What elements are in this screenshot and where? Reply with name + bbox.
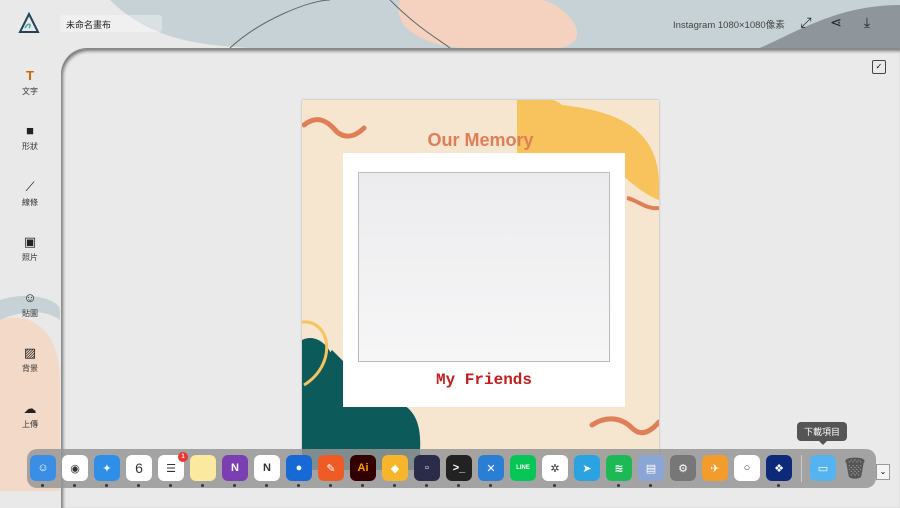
running-indicator bbox=[393, 484, 396, 487]
sidebar-item-upload[interactable]: ☁ 上傳 bbox=[0, 388, 60, 444]
dock-app-telegram[interactable]: ➤ bbox=[574, 455, 600, 481]
dock-app-terminal[interactable]: >_ bbox=[446, 455, 472, 481]
dock-app-dropbox[interactable]: ❖ bbox=[766, 455, 792, 481]
app-logo[interactable] bbox=[18, 12, 40, 34]
upload-icon: ☁ bbox=[23, 400, 37, 416]
dock-app-onenote[interactable]: N bbox=[222, 455, 248, 481]
dock-tooltip: 下載項目 bbox=[797, 422, 848, 445]
photo-frame[interactable]: My Friends bbox=[343, 153, 625, 407]
dock-app-line[interactable]: LINE bbox=[510, 455, 536, 481]
running-indicator bbox=[201, 484, 204, 487]
running-indicator bbox=[777, 484, 780, 487]
running-indicator bbox=[73, 484, 76, 487]
dock-app-spotify[interactable]: ≋ bbox=[606, 455, 632, 481]
dock-app-airship[interactable]: ✈ bbox=[702, 455, 728, 481]
running-indicator bbox=[457, 484, 460, 487]
dock-app-preview[interactable]: ▤ bbox=[638, 455, 664, 481]
dock-app-sourcetree[interactable]: ● bbox=[286, 455, 312, 481]
dock-app-trash[interactable]: 🗑 bbox=[842, 455, 868, 481]
photo-icon: ▣ bbox=[23, 234, 37, 250]
layers-icon[interactable]: ✓ bbox=[872, 60, 886, 74]
canvas-caption[interactable]: My Friends bbox=[343, 371, 625, 389]
dock-app-downloads[interactable]: ▭ bbox=[810, 455, 836, 481]
line-icon: ⟋ bbox=[25, 178, 35, 194]
notification-badge: 1 bbox=[178, 452, 188, 462]
running-indicator bbox=[649, 484, 652, 487]
running-indicator bbox=[553, 484, 556, 487]
sidebar-item-text[interactable]: T 文字 bbox=[0, 55, 60, 111]
expand-icon[interactable]: ⤢ bbox=[798, 14, 814, 30]
dock-app-notion[interactable]: N bbox=[254, 455, 280, 481]
canvas-heading[interactable]: Our Memory bbox=[302, 130, 659, 151]
canvas-title-input[interactable]: 未命名畫布 bbox=[60, 15, 162, 32]
text-icon: T bbox=[26, 67, 34, 83]
running-indicator bbox=[265, 484, 268, 487]
canvas-size-label[interactable]: Instagram 1080×1080像素 bbox=[673, 17, 785, 31]
sidebar-item-shape[interactable]: ■ 形狀 bbox=[0, 111, 60, 167]
dock-app-circle-app[interactable]: ○ bbox=[734, 455, 760, 481]
dock-app-vscode[interactable]: ✕ bbox=[478, 455, 504, 481]
running-indicator bbox=[617, 484, 620, 487]
dock-app-postman[interactable]: ✎ bbox=[318, 455, 344, 481]
photo-placeholder[interactable] bbox=[358, 172, 610, 362]
download-icon[interactable]: ⤓ bbox=[859, 14, 875, 30]
sidebar: T 文字 ■ 形狀 ⟋ 線條 ▣ 照片 ☺ 貼圖 ▨ 背景 ☁ 上傳 bbox=[0, 55, 60, 444]
dock-app-reminders[interactable]: ☰ 1 bbox=[158, 452, 188, 481]
running-indicator bbox=[425, 484, 428, 487]
design-canvas[interactable]: Our Memory My Friends bbox=[302, 100, 659, 470]
running-indicator bbox=[329, 484, 332, 487]
running-indicator bbox=[137, 484, 140, 487]
shape-icon: ■ bbox=[26, 123, 34, 139]
dock-app-calendar[interactable]: 6 bbox=[126, 455, 152, 481]
dock-app-finder[interactable]: ☺ bbox=[30, 455, 56, 481]
sidebar-item-sticker[interactable]: ☺ 貼圖 bbox=[0, 277, 60, 333]
dock-app-chrome[interactable]: ◉ bbox=[62, 455, 88, 481]
dock-app-safari[interactable]: ✦ bbox=[94, 455, 120, 481]
running-indicator bbox=[105, 484, 108, 487]
dock-app-notes[interactable] bbox=[190, 455, 216, 481]
dock-app-sketch[interactable]: ◆ bbox=[382, 455, 408, 481]
running-indicator bbox=[41, 484, 44, 487]
sidebar-item-photo[interactable]: ▣ 照片 bbox=[0, 222, 60, 278]
dock-app-illustrator[interactable]: Ai bbox=[350, 455, 376, 481]
dropdown-chevron-icon[interactable]: ⌄ bbox=[876, 464, 890, 480]
running-indicator bbox=[233, 484, 236, 487]
sidebar-item-line[interactable]: ⟋ 線條 bbox=[0, 166, 60, 222]
sticker-icon: ☺ bbox=[23, 289, 37, 305]
dock-app-app-dark[interactable]: ▫ bbox=[414, 455, 440, 481]
dock-separator bbox=[801, 455, 802, 482]
running-indicator bbox=[169, 484, 172, 487]
dock-app-slack[interactable]: ✲ bbox=[542, 455, 568, 481]
running-indicator bbox=[489, 484, 492, 487]
dock: ▭ 🗑 ☺ ◉ ✦ 6 ☰ 1 N N ● ✎ Ai ◆ ▫ >_ ✕ LINE ✲ ➤ ≋ ▤ ⚙ ✈ ○ ❖ bbox=[27, 449, 876, 488]
running-indicator bbox=[361, 484, 364, 487]
background-icon: ▨ bbox=[23, 345, 37, 361]
dock-app-system-preferences[interactable]: ⚙ bbox=[670, 455, 696, 481]
sidebar-item-background[interactable]: ▨ 背景 bbox=[0, 333, 60, 389]
share-icon[interactable]: ⋖ bbox=[828, 14, 844, 30]
running-indicator bbox=[297, 484, 300, 487]
